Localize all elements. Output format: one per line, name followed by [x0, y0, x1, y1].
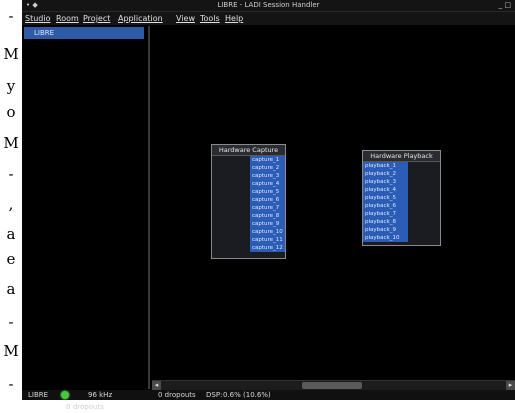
menu-project[interactable]: Project: [83, 12, 110, 25]
status-dsp-value: 0.6% (10.6%): [223, 391, 271, 399]
capture-port[interactable]: capture_1: [250, 156, 285, 164]
module-title: Hardware Capture: [212, 145, 285, 156]
edge-char: o: [6, 103, 16, 121]
capture-port[interactable]: capture_4: [250, 180, 285, 188]
playback-port[interactable]: playback_7: [363, 210, 408, 218]
capture-port[interactable]: capture_8: [250, 212, 285, 220]
playback-port[interactable]: playback_1: [363, 162, 408, 170]
playback-ports: playback_1 playback_2 playback_3 playback_4…: [363, 162, 440, 242]
capture-port[interactable]: capture_10: [250, 228, 285, 236]
playback-port[interactable]: playback_4: [363, 186, 408, 194]
edge-char: M: [3, 134, 19, 152]
capture-port[interactable]: capture_12: [250, 244, 285, 252]
status-dropouts: 0 dropouts: [158, 391, 196, 399]
title-bar: • ◆ LIBRE - LADI Session Handler _ □: [22, 0, 515, 12]
application-window: • ◆ LIBRE - LADI Session Handler _ □ Stu…: [22, 0, 515, 411]
playback-port[interactable]: playback_5: [363, 194, 408, 202]
status-dsp-label: DSP:: [206, 391, 223, 399]
horizontal-scrollbar[interactable]: ◂ ▸: [152, 380, 515, 390]
playback-port[interactable]: playback_3: [363, 178, 408, 186]
menu-application[interactable]: Application: [118, 12, 163, 25]
status-studio: LIBRE: [28, 391, 49, 399]
patchbay-canvas[interactable]: Hardware Capture capture_1 capture_2 captu…: [152, 26, 515, 378]
scrollbar-thumb[interactable]: [302, 382, 362, 389]
edge-char: M: [3, 45, 19, 63]
studio-list-item[interactable]: LIBRE: [24, 27, 144, 39]
capture-port[interactable]: capture_9: [250, 220, 285, 228]
edge-char: -: [8, 7, 14, 25]
scroll-right-icon[interactable]: ▸: [506, 381, 515, 390]
menu-tools[interactable]: Tools: [200, 12, 220, 25]
menu-studio[interactable]: Studio: [25, 12, 50, 25]
capture-port[interactable]: capture_2: [250, 164, 285, 172]
edge-char: e: [6, 250, 16, 268]
edge-char: a: [6, 225, 16, 243]
capture-port[interactable]: capture_5: [250, 188, 285, 196]
playback-port[interactable]: playback_8: [363, 218, 408, 226]
menu-help[interactable]: Help: [225, 12, 243, 25]
edge-char: -: [8, 375, 14, 393]
capture-port[interactable]: capture_3: [250, 172, 285, 180]
playback-port[interactable]: playback_9: [363, 226, 408, 234]
studio-panel: LIBRE 0 dropouts: [22, 26, 150, 411]
edge-char: a: [6, 280, 16, 298]
status-sample-rate: 96 kHz: [88, 391, 113, 399]
capture-port[interactable]: capture_6: [250, 196, 285, 204]
hardware-capture-module[interactable]: Hardware Capture capture_1 capture_2 captu…: [211, 144, 286, 259]
status-led-icon: [61, 391, 69, 399]
playback-port[interactable]: playback_10: [363, 234, 408, 242]
edge-char: ,: [8, 195, 14, 213]
edge-char: M: [3, 342, 19, 360]
capture-ports: capture_1 capture_2 capture_3 capture_4 capt…: [212, 156, 285, 252]
hardware-playback-module[interactable]: Hardware Playback playback_1 playback_2 pl…: [362, 150, 441, 246]
capture-port[interactable]: capture_7: [250, 204, 285, 212]
page-edge-text: -MyoM-,aea-M-: [0, 0, 22, 400]
menu-view[interactable]: View: [176, 12, 195, 25]
menu-room[interactable]: Room: [56, 12, 79, 25]
edge-char: y: [6, 77, 16, 95]
status-bar: LIBRE 96 kHz 0 dropouts DSP: 0.6% (10.6%…: [22, 390, 515, 400]
capture-port[interactable]: capture_11: [250, 236, 285, 244]
window-title: LIBRE - LADI Session Handler: [217, 1, 320, 9]
playback-port[interactable]: playback_6: [363, 202, 408, 210]
edge-char: -: [8, 165, 14, 183]
panel-dropouts: 0 dropouts: [66, 403, 104, 411]
module-title: Hardware Playback: [363, 151, 440, 162]
window-controls[interactable]: _ □: [499, 0, 511, 11]
scroll-left-icon[interactable]: ◂: [152, 381, 161, 390]
menu-bar: Studio Room Project Application View Too…: [22, 12, 515, 25]
playback-port[interactable]: playback_2: [363, 170, 408, 178]
edge-char: -: [8, 313, 14, 331]
